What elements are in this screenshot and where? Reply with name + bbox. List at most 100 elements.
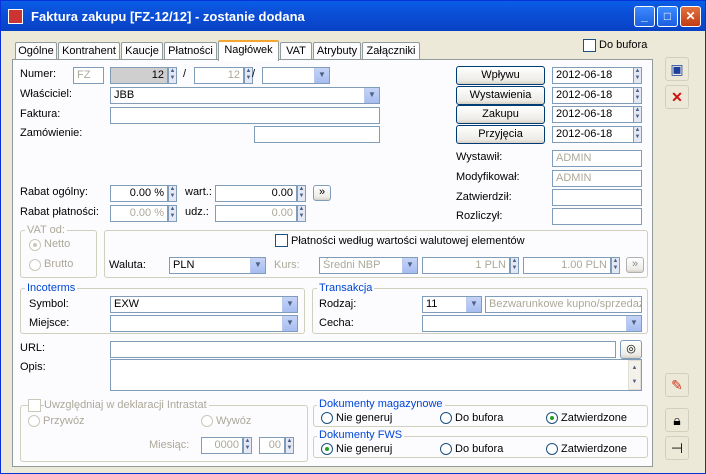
chevron-down-icon[interactable]: ▼ bbox=[250, 258, 265, 273]
zamowienie-field[interactable] bbox=[254, 126, 380, 143]
numer-separator: / bbox=[183, 68, 187, 80]
chevron-down-icon[interactable]: ▼ bbox=[364, 88, 379, 103]
waluta-label: Waluta: bbox=[109, 259, 146, 271]
rabat-platnosci-field: 0.00 % bbox=[110, 205, 168, 222]
maximize-button[interactable]: □ bbox=[657, 6, 678, 27]
opis-scrollbar[interactable]: ▲ ▼ bbox=[628, 360, 641, 390]
dok-fws-do-bufora-radio[interactable] bbox=[440, 443, 452, 455]
faktura-field[interactable] bbox=[110, 107, 380, 124]
save-icon[interactable]: ▣ bbox=[665, 57, 689, 81]
tab-zalaczniki[interactable]: Załączniki bbox=[362, 42, 420, 60]
rodzaj-select[interactable]: 11 ▼ bbox=[422, 296, 482, 313]
tab-vat[interactable]: VAT bbox=[280, 42, 312, 60]
chevron-down-icon[interactable]: ▼ bbox=[282, 316, 297, 331]
cecha-select[interactable]: ▼ bbox=[422, 315, 642, 332]
expand-rabat-button[interactable]: » bbox=[313, 185, 331, 201]
rabat-ogolny-field[interactable]: 0.00 % bbox=[110, 185, 168, 202]
miesiac-label: Miesiąc: bbox=[149, 439, 190, 451]
cecha-label: Cecha: bbox=[319, 317, 354, 329]
cancel-icon[interactable]: ✕ bbox=[665, 85, 689, 109]
netto-label: Netto bbox=[44, 238, 71, 250]
dok-fws-nie-generuj-radio[interactable] bbox=[321, 443, 333, 455]
zatwierdzil-field bbox=[552, 189, 642, 206]
zakupu-button[interactable]: Zakupu bbox=[456, 105, 545, 124]
kurs-label: Kurs: bbox=[274, 259, 300, 271]
wlasciciel-select[interactable]: JBB ▼ bbox=[110, 87, 380, 104]
globe-icon[interactable]: ◎ bbox=[620, 340, 642, 359]
wywoz-radio bbox=[201, 415, 213, 427]
symbol-value: EXW bbox=[114, 298, 140, 310]
numer-month-field[interactable]: 12 bbox=[194, 67, 244, 84]
title-bar[interactable]: Faktura zakupu [FZ-12/12] - zostanie dod… bbox=[1, 1, 705, 31]
dok-mag-do-bufora-radio[interactable] bbox=[440, 412, 452, 424]
zakupu-date-field[interactable]: 2012-06-18 bbox=[552, 106, 634, 123]
dok-fws-label: Dokumenty FWS bbox=[317, 429, 405, 441]
udz-label: udz.: bbox=[185, 206, 209, 218]
wystawienia-date-field[interactable]: 2012-06-18 bbox=[552, 87, 634, 104]
rodzaj-desc-field: Bezwarunkowe kupno/sprzedaż bbox=[485, 296, 642, 313]
wplywu-button[interactable]: Wpływu bbox=[456, 66, 545, 85]
chevron-down-icon[interactable]: ▼ bbox=[466, 297, 481, 312]
expand-kurs-button: » bbox=[626, 257, 644, 273]
tab-platnosci[interactable]: Płatności bbox=[164, 42, 217, 60]
przyjecia-button[interactable]: Przyjęcia bbox=[456, 125, 545, 144]
numer-number-field[interactable]: 12 bbox=[110, 67, 168, 84]
chevron-down-icon[interactable]: ▼ bbox=[626, 316, 641, 331]
numer-series-select[interactable]: ▼ bbox=[262, 67, 330, 84]
pin-icon[interactable]: ⊣ bbox=[665, 436, 689, 460]
tab-atrybuty[interactable]: Atrybuty bbox=[313, 42, 361, 60]
dok-fws-nie-generuj-label: Nie generuj bbox=[336, 443, 393, 455]
incoterms-label: Incoterms bbox=[25, 282, 78, 294]
minimize-button[interactable]: _ bbox=[634, 6, 655, 27]
document-icon bbox=[8, 9, 23, 24]
opis-textarea[interactable] bbox=[110, 359, 642, 391]
wlasciciel-value: JBB bbox=[114, 89, 135, 101]
url-field[interactable] bbox=[110, 341, 616, 358]
close-button[interactable]: ✕ bbox=[680, 6, 701, 27]
tab-kontrahent[interactable]: Kontrahent bbox=[58, 42, 120, 60]
wystawil-field: ADMIN bbox=[552, 150, 642, 167]
miesiac-year-spinner: ▲ ▼ bbox=[243, 437, 252, 454]
do-bufora-checkbox[interactable] bbox=[583, 39, 596, 52]
platnosci-walutowe-checkbox[interactable] bbox=[275, 234, 288, 247]
rozliczyl-label: Rozliczył: bbox=[456, 210, 503, 222]
tab-naglowek[interactable]: Nagłówek bbox=[218, 40, 279, 61]
intrastat-checkbox bbox=[28, 399, 41, 412]
opis-label: Opis: bbox=[20, 361, 46, 373]
symbol-select[interactable]: EXW ▼ bbox=[110, 296, 298, 313]
dok-mag-zatwierdzone-radio[interactable] bbox=[546, 412, 558, 424]
dok-mag-nie-generuj-radio[interactable] bbox=[321, 412, 333, 424]
dok-mag-nie-generuj-label: Nie generuj bbox=[336, 412, 393, 424]
zakupu-date-spinner[interactable]: ▲ ▼ bbox=[633, 106, 642, 123]
wizard-icon[interactable]: ✎ bbox=[665, 373, 689, 397]
rozliczyl-field bbox=[552, 208, 642, 225]
waluta-select[interactable]: PLN ▼ bbox=[169, 257, 266, 274]
chevron-down-icon[interactable]: ▼ bbox=[314, 68, 329, 83]
numer-prefix-field: FZ bbox=[73, 67, 104, 84]
przyjecia-date-field[interactable]: 2012-06-18 bbox=[552, 126, 634, 143]
wart-spinner[interactable]: ▲ ▼ bbox=[297, 185, 306, 202]
lock-icon[interactable]: 🔒︎ bbox=[665, 408, 689, 432]
tab-ogolne[interactable]: Ogólne bbox=[15, 42, 57, 60]
modyfikowal-field: ADMIN bbox=[552, 170, 642, 187]
wart-label: wart.: bbox=[185, 186, 212, 198]
miejsce-select[interactable]: ▼ bbox=[110, 315, 298, 332]
wystawienia-date-spinner[interactable]: ▲ ▼ bbox=[633, 87, 642, 104]
intrastat-label: Uwzględniaj w deklaracji Intrastat bbox=[44, 399, 209, 411]
przyjecia-date-spinner[interactable]: ▲ ▼ bbox=[633, 126, 642, 143]
numer-separator-2: / bbox=[252, 68, 256, 80]
wplywu-date-field[interactable]: 2012-06-18 bbox=[552, 67, 634, 84]
przywoz-radio bbox=[28, 415, 40, 427]
kurs-type-select: Średni NBP ▼ bbox=[319, 257, 418, 274]
tab-kaucje[interactable]: Kaucje bbox=[121, 42, 163, 60]
chevron-down-icon[interactable]: ▼ bbox=[282, 297, 297, 312]
dok-fws-do-bufora-label: Do bufora bbox=[455, 443, 504, 455]
kurs-rate1-spinner: ▲ ▼ bbox=[510, 257, 519, 274]
wystawienia-button[interactable]: Wystawienia bbox=[456, 86, 545, 105]
window-title: Faktura zakupu [FZ-12/12] - zostanie dod… bbox=[31, 9, 305, 24]
rabat-ogolny-spinner[interactable]: ▲ ▼ bbox=[168, 185, 177, 202]
wplywu-date-spinner[interactable]: ▲ ▼ bbox=[633, 67, 642, 84]
wart-field[interactable]: 0.00 bbox=[215, 185, 297, 202]
dok-fws-zatwierdzone-radio[interactable] bbox=[546, 443, 558, 455]
numer-spinner[interactable]: ▲ ▼ bbox=[168, 67, 177, 84]
